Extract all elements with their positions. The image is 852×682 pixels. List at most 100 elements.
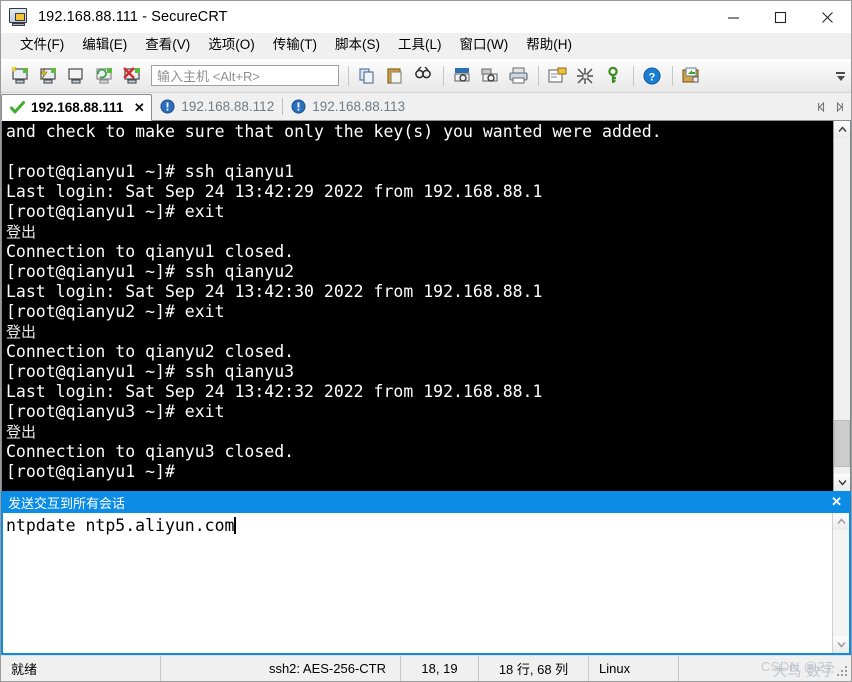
menu-tools[interactable]: 工具(L): [389, 35, 451, 56]
menu-script[interactable]: 脚本(S): [326, 35, 389, 56]
help-icon[interactable]: ?: [639, 63, 665, 89]
text-caret: [234, 517, 236, 534]
watermark: CSDN @27 大鸟 数字: [760, 659, 835, 679]
copy-icon[interactable]: [354, 63, 380, 89]
menu-edit[interactable]: 编辑(E): [73, 35, 136, 56]
command-input-value: ntpdate ntp5.aliyun.com: [6, 516, 235, 535]
print-icon[interactable]: [505, 63, 531, 89]
maximize-button[interactable]: [757, 1, 804, 33]
connected-check-icon: [10, 100, 25, 115]
terminal-scrollbar[interactable]: [833, 121, 850, 491]
tab-label: 192.168.88.111: [31, 100, 124, 115]
cmd-scroll-track[interactable]: [833, 530, 849, 636]
new-session-icon[interactable]: [7, 63, 33, 89]
reconnect-icon[interactable]: [91, 63, 117, 89]
terminal-line: [root@qianyu1 ~]# exit: [6, 202, 225, 221]
tab-close-button[interactable]: ✕: [131, 100, 147, 116]
arrange-sessions-icon[interactable]: [572, 63, 598, 89]
terminal-line: [root@qianyu2 ~]# exit: [6, 302, 225, 321]
status-dimensions: 18 行, 68 列: [479, 656, 589, 681]
tab-192-168-88-112[interactable]: 192.168.88.112: [152, 93, 282, 120]
toolbar-separator-2: [443, 65, 444, 86]
toolbar-separator-4: [633, 65, 634, 86]
command-input-wrapper: ntpdate ntp5.aliyun.com: [1, 513, 851, 655]
terminal-area: and check to make sure that only the key…: [1, 121, 851, 491]
menu-transfer[interactable]: 传输(T): [264, 35, 326, 56]
window-title: 192.168.88.111 - SecureCRT: [38, 9, 228, 25]
minimize-button[interactable]: [710, 1, 757, 33]
toolbar: 输入主机 <Alt+R> ?: [1, 59, 851, 93]
cmd-scroll-down-arrow-icon[interactable]: [833, 636, 849, 653]
tab-label: 192.168.88.113: [312, 99, 406, 114]
resize-grip[interactable]: [836, 666, 848, 678]
disconnected-icon: [291, 99, 306, 114]
terminal-line: [root@qianyu1 ~]#: [6, 462, 175, 481]
terminal-line: Last login: Sat Sep 24 13:42:29 2022 fro…: [6, 182, 543, 201]
send-to-all-sessions-bar: 发送交互到所有会话 ✕: [1, 491, 851, 513]
terminal-line: 登出: [6, 323, 37, 341]
menu-options[interactable]: 选项(O): [199, 35, 264, 56]
send-bar-close-button[interactable]: ✕: [828, 494, 845, 510]
toolbar-separator: [348, 65, 349, 86]
menu-file[interactable]: 文件(F): [11, 35, 73, 56]
disconnected-icon: [160, 99, 175, 114]
open-session-folder-icon[interactable]: [63, 63, 89, 89]
command-input[interactable]: ntpdate ntp5.aliyun.com: [3, 513, 832, 653]
close-button[interactable]: [804, 1, 851, 33]
menu-window[interactable]: 窗口(W): [451, 35, 518, 56]
terminal-line: [root@qianyu1 ~]# ssh qianyu2: [6, 262, 295, 281]
terminal-scroll-track[interactable]: [834, 138, 850, 474]
terminal-line: [root@qianyu3 ~]# exit: [6, 402, 225, 421]
toolbar-separator-5: [672, 65, 673, 86]
title-bar: 192.168.88.111 - SecureCRT: [1, 1, 851, 33]
watermark-overlay-text: 大鸟 数字: [772, 663, 836, 679]
tab-192-168-88-113[interactable]: 192.168.88.113: [283, 93, 413, 120]
toolbar-overflow-button[interactable]: [835, 66, 846, 86]
terminal-line: 登出: [6, 423, 37, 441]
menu-help[interactable]: 帮助(H): [517, 35, 581, 56]
quick-connect-icon[interactable]: [35, 63, 61, 89]
tab-scroll-left-icon[interactable]: [813, 98, 830, 116]
menu-bar: 文件(F) 编辑(E) 查看(V) 选项(O) 传输(T) 脚本(S) 工具(L…: [1, 33, 851, 59]
session-options-icon[interactable]: [544, 63, 570, 89]
host-input-placeholder: 输入主机 <Alt+R>: [157, 69, 260, 84]
send-bar-label: 发送交互到所有会话: [8, 495, 126, 511]
watermark-text: CSDN @27: [760, 659, 833, 674]
tab-nav: [813, 98, 847, 116]
tab-bar: 192.168.88.111 ✕ 192.168.88.112 192.168.…: [1, 93, 851, 121]
securecrt-window: 192.168.88.111 - SecureCRT 文件(F) 编辑(E) 查…: [0, 0, 852, 682]
terminal-line: 登出: [6, 223, 37, 241]
host-input[interactable]: 输入主机 <Alt+R>: [151, 65, 339, 86]
tab-192-168-88-111[interactable]: 192.168.88.111 ✕: [1, 94, 153, 121]
key-icon[interactable]: [600, 63, 626, 89]
status-cipher: ssh2: AES-256-CTR: [161, 656, 401, 681]
paste-icon[interactable]: [382, 63, 408, 89]
terminal-line: Connection to qianyu2 closed.: [6, 342, 295, 361]
status-cursor-position: 18, 19: [401, 656, 479, 681]
menu-view[interactable]: 查看(V): [136, 35, 199, 56]
terminal-scroll-thumb[interactable]: [834, 420, 850, 468]
terminal-line: Last login: Sat Sep 24 13:42:32 2022 fro…: [6, 382, 543, 401]
status-protocol: Linux: [589, 656, 679, 681]
terminal-line: Connection to qianyu3 closed.: [6, 442, 295, 461]
log-session-icon[interactable]: [477, 63, 503, 89]
tab-scroll-right-icon[interactable]: [830, 98, 847, 116]
terminal-line: [root@qianyu1 ~]# ssh qianyu1: [6, 162, 295, 181]
scroll-down-arrow-icon[interactable]: [834, 474, 850, 491]
terminal-output[interactable]: and check to make sure that only the key…: [2, 121, 833, 491]
terminal-line: Last login: Sat Sep 24 13:42:30 2022 fro…: [6, 282, 543, 301]
status-state: 就绪: [1, 656, 161, 681]
scroll-up-arrow-icon[interactable]: [834, 121, 850, 138]
disconnect-icon[interactable]: [119, 63, 145, 89]
toolbar-separator-3: [538, 65, 539, 86]
command-scrollbar[interactable]: [832, 513, 849, 653]
window-controls: [710, 1, 851, 33]
transfer-window-icon[interactable]: [678, 63, 704, 89]
find-icon[interactable]: [410, 63, 436, 89]
status-bar: 就绪 ssh2: AES-256-CTR 18, 19 18 行, 68 列 L…: [1, 655, 851, 681]
tab-label: 192.168.88.112: [181, 99, 275, 114]
print-screen-icon[interactable]: [449, 63, 475, 89]
cmd-scroll-up-arrow-icon[interactable]: [833, 513, 849, 530]
securecrt-lock-icon: [8, 6, 30, 28]
